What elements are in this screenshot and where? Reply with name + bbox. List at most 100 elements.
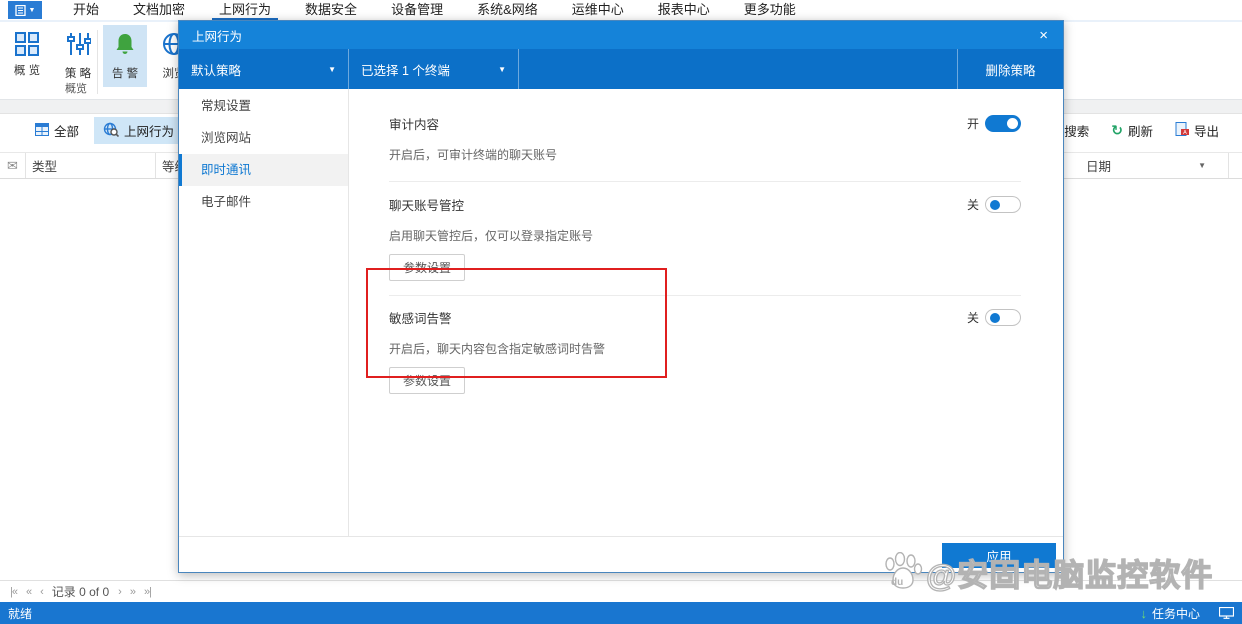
menu-tabs: 开始 文档加密 上网行为 数据安全 设备管理 系统&网络 运维中心 报表中心 更…	[56, 0, 813, 20]
section-title: 敏感词告警	[389, 311, 452, 326]
dialog-title-bar: 上网行为 ×	[179, 21, 1063, 49]
menu-tab-internet-behavior[interactable]: 上网行为	[202, 0, 288, 20]
filter-caret-icon[interactable]: ▼	[1198, 161, 1206, 170]
section-divider	[389, 295, 1021, 296]
sidebar-item-email[interactable]: 电子邮件	[179, 186, 348, 218]
chat-account-control-toggle[interactable]	[985, 195, 1021, 213]
close-icon[interactable]: ×	[1037, 28, 1050, 43]
toolbar-item-label: 刷新	[1127, 125, 1153, 139]
dialog-toolbar: 默认策略 ▼ 已选择 1 个终端 ▼ 删除策略	[179, 49, 1063, 89]
column-header-type[interactable]: 类型	[26, 153, 156, 178]
menu-tab-report-center[interactable]: 报表中心	[641, 0, 727, 20]
section-description: 开启后，可审计终端的聊天账号	[389, 148, 558, 162]
sidebar-item-general-settings[interactable]: 常规设置	[179, 90, 348, 122]
ribbon-button-label: 概 览	[13, 65, 41, 77]
menu-tab-doc-encrypt[interactable]: 文档加密	[116, 0, 202, 20]
toggle-state-label: 开	[966, 116, 979, 131]
sliders-icon	[65, 32, 92, 59]
toggle-knob	[990, 312, 1000, 323]
toolbar-item-export[interactable]: A 导出	[1166, 117, 1228, 144]
menu-tab-data-security[interactable]: 数据安全	[288, 0, 374, 20]
section-audit-content: 审计内容 开 开启后，可审计终端的聊天账号	[389, 114, 1021, 182]
download-arrow-icon: ↓	[1140, 605, 1147, 621]
ribbon-button-alert[interactable]: 告 警	[103, 25, 147, 87]
ribbon-button-policy[interactable]: 策 略	[56, 25, 100, 87]
delete-policy-button[interactable]: 删除策略	[957, 49, 1063, 89]
dialog-title: 上网行为	[192, 29, 243, 44]
policy-dropdown-value: 默认策略	[191, 63, 242, 78]
menu-tab-device-mgmt[interactable]: 设备管理	[374, 0, 460, 20]
ribbon-button-label: 策 略	[64, 68, 92, 80]
audit-content-toggle[interactable]	[985, 114, 1021, 132]
toggle-state-label: 关	[966, 197, 979, 212]
ribbon-group-label: 概览	[65, 83, 87, 95]
toolbar-item-internet-behavior[interactable]: 上网行为	[94, 117, 184, 144]
section-sensitive-word-alert: 敏感词告警 关 开启后，聊天内容包含指定敏感词时告警 参数设置	[389, 308, 1021, 394]
monitor-icon[interactable]	[1219, 607, 1234, 619]
grid-icon	[15, 32, 39, 56]
pager-next-button[interactable]: ›	[118, 586, 122, 598]
toggle-knob	[1007, 117, 1018, 129]
pager-first-button[interactable]: |«	[10, 586, 18, 598]
svg-text:A: A	[1183, 130, 1187, 136]
menu-tab-system-network[interactable]: 系统&网络	[460, 0, 555, 20]
status-ready-text: 就绪	[8, 606, 33, 621]
toolbar-item-label: 上网行为	[124, 125, 175, 139]
pager-fast-prev-button[interactable]: «	[26, 586, 32, 598]
app-menu-button[interactable]: ▼	[8, 1, 42, 19]
status-bar: 就绪 ↓ 任务中心	[0, 602, 1242, 624]
menu-tab-ops-center[interactable]: 运维中心	[555, 0, 641, 20]
grid-header-end-strip	[1229, 153, 1242, 178]
terminal-dropdown[interactable]: 已选择 1 个终端 ▼	[349, 49, 519, 89]
dialog-toolbar-spacer	[519, 49, 957, 89]
table-icon	[35, 122, 49, 139]
section-divider	[389, 181, 1021, 182]
parameter-settings-button[interactable]: 参数设置	[389, 254, 466, 281]
pager-prev-button[interactable]: ‹	[40, 586, 44, 598]
terminal-dropdown-value: 已选择 1 个终端	[361, 63, 450, 78]
envelope-icon: ✉	[0, 153, 26, 178]
internet-behavior-dialog: 上网行为 × 默认策略 ▼ 已选择 1 个终端 ▼ 删除策略 常规设置 浏览网站…	[178, 20, 1064, 573]
chevron-down-icon: ▼	[28, 6, 36, 14]
pager-last-button[interactable]: »|	[144, 586, 152, 598]
sensitive-word-alert-toggle[interactable]	[985, 308, 1021, 326]
section-chat-account-control: 聊天账号管控 关 启用聊天管控后，仅可以登录指定账号 参数设置	[389, 195, 1021, 296]
column-header-date[interactable]: 日期 ▼	[1064, 153, 1229, 178]
section-title: 聊天账号管控	[389, 198, 465, 213]
apply-button[interactable]: 应用	[942, 543, 1056, 568]
app-icon	[14, 4, 26, 16]
pager-fast-next-button[interactable]: »	[130, 586, 136, 598]
globe-search-icon	[103, 122, 120, 140]
column-header-label: 日期	[1086, 160, 1112, 174]
chevron-down-icon: ▼	[498, 64, 506, 74]
toggle-state-label: 关	[966, 310, 979, 325]
dialog-body: 常规设置 浏览网站 即时通讯 电子邮件 审计内容 开 开启后，可审计终端的聊天账…	[179, 89, 1063, 537]
parameter-settings-button[interactable]: 参数设置	[389, 367, 466, 394]
task-center-link[interactable]: 任务中心	[1152, 605, 1200, 622]
sidebar-item-instant-messaging[interactable]: 即时通讯	[179, 154, 348, 186]
section-description: 启用聊天管控后，仅可以登录指定账号	[389, 229, 594, 243]
export-icon: A	[1175, 122, 1189, 139]
menu-tab-more[interactable]: 更多功能	[727, 0, 813, 20]
ribbon-button-overview[interactable]: 概 览	[5, 25, 49, 87]
menu-bar: ▼ 开始 文档加密 上网行为 数据安全 设备管理 系统&网络 运维中心 报表中心…	[0, 0, 1242, 20]
section-title: 审计内容	[389, 117, 440, 132]
toolbar-item-label: 导出	[1193, 125, 1219, 139]
dialog-content: 审计内容 开 开启后，可审计终端的聊天账号 聊天账号管控 关 启用聊天管控后，仅…	[349, 89, 1063, 537]
toolbar-item-label: 全部	[54, 125, 80, 139]
toolbar-item-refresh[interactable]: ↻ 刷新	[1102, 117, 1162, 144]
dialog-footer: 应用	[179, 536, 1063, 572]
record-pager: |« « ‹ 记录 0 of 0 › » »|	[0, 580, 1242, 602]
toolbar-item-label: 搜索	[1064, 125, 1090, 139]
menu-tab-start[interactable]: 开始	[56, 0, 116, 20]
policy-dropdown[interactable]: 默认策略 ▼	[179, 49, 349, 89]
bell-icon	[113, 32, 137, 59]
dialog-sidebar: 常规设置 浏览网站 即时通讯 电子邮件	[179, 89, 349, 537]
sidebar-item-browse-websites[interactable]: 浏览网站	[179, 122, 348, 154]
pager-record-count: 记录 0 of 0	[51, 585, 110, 599]
refresh-icon: ↻	[1111, 122, 1123, 139]
toggle-knob	[990, 199, 1000, 210]
section-description: 开启后，聊天内容包含指定敏感词时告警	[389, 342, 606, 356]
toolbar-item-all[interactable]: 全部	[26, 117, 88, 144]
ribbon-button-label: 告 警	[111, 68, 139, 80]
